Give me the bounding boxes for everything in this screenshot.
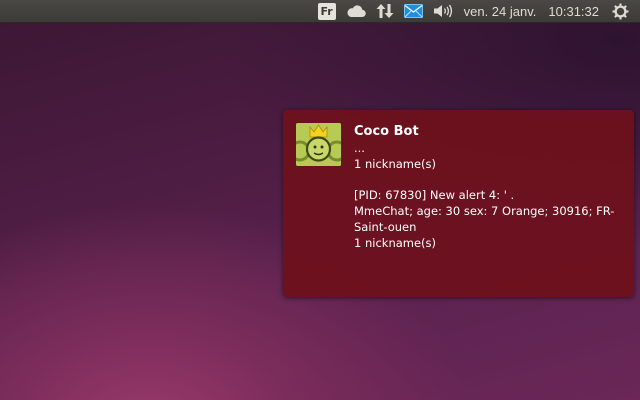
clock-indicator[interactable]: 10:31:32 <box>542 4 607 19</box>
notification-bubble: Coco Bot ... 1 nickname(s) [PID: 67830] … <box>283 110 634 297</box>
session-gear-icon <box>612 3 629 19</box>
mail-icon <box>403 4 423 18</box>
notification-alert: [PID: 67830] New alert 4: ' . <box>354 188 515 202</box>
messaging-indicator[interactable] <box>399 0 428 23</box>
network-updown-icon <box>376 4 394 18</box>
notification-nickname-count: 1 nickname(s) <box>354 157 437 171</box>
keyboard-layout-icon: Fr <box>317 2 336 20</box>
session-menu[interactable] <box>607 0 634 23</box>
notification-footer: 1 nickname(s) <box>354 236 437 250</box>
notification-title: Coco Bot <box>354 124 419 139</box>
sound-indicator[interactable] <box>428 0 458 23</box>
notification-ellipsis: ... <box>354 141 365 155</box>
notification-detail: MmeChat; age: 30 sex: 7 Orange; 30916; F… <box>354 204 615 234</box>
notification-body: Coco Bot ... 1 nickname(s) [PID: 67830] … <box>354 123 622 251</box>
volume-icon <box>433 4 452 18</box>
network-indicator[interactable] <box>371 0 399 23</box>
notification-app-icon <box>296 123 341 166</box>
cloud-icon <box>347 5 366 18</box>
coco-mascot-icon <box>296 123 341 166</box>
keyboard-indicator[interactable]: Fr <box>313 0 341 23</box>
top-panel: Fr ven. 24 janv. 10:31:32 <box>0 0 640 23</box>
date-indicator[interactable]: ven. 24 janv. <box>458 4 543 19</box>
cloud-indicator[interactable] <box>341 0 371 23</box>
